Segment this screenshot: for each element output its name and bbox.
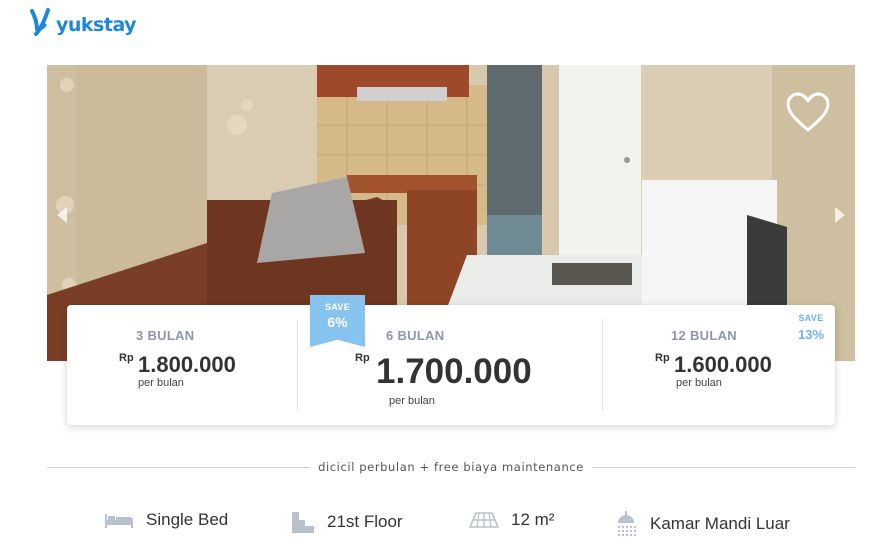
divider-text: dicicil perbulan + free biaya maintenanc… — [318, 460, 584, 474]
favorite-heart-icon[interactable] — [785, 91, 831, 133]
plan-unit: per bulan — [676, 377, 722, 389]
plan-3-months[interactable]: 3 BULAN Rp 1.800.000 per bulan — [67, 305, 297, 425]
feature-label: 12 m² — [511, 510, 555, 529]
plan-unit: per bulan — [138, 377, 184, 389]
brand-name: yukstay — [56, 14, 137, 36]
plan-duration: 12 BULAN — [671, 328, 737, 343]
feature-label: 21st Floor — [327, 512, 403, 531]
currency-label: Rp — [355, 352, 370, 364]
divider-line — [591, 466, 855, 468]
floor-area-icon — [469, 512, 499, 528]
divider-line — [47, 466, 311, 468]
save-badge-6-months: SAVE 6% — [310, 295, 365, 347]
plan-duration: 3 BULAN — [136, 328, 195, 343]
shower-icon — [617, 511, 637, 537]
feature-label: Kamar Mandi Luar — [650, 514, 790, 533]
room-features: Single Bed 21st Floor 12 m² Kamar Mandi … — [0, 510, 872, 540]
feature-floor: 21st Floor — [291, 510, 403, 534]
save-badge-12-months: SAVE 13% — [798, 313, 824, 342]
save-value: 13% — [798, 327, 825, 342]
plan-duration: 6 BULAN — [386, 328, 445, 343]
save-label: SAVE — [324, 302, 351, 312]
section-divider: dicicil perbulan + free biaya maintenanc… — [47, 459, 855, 475]
chevron-right-icon[interactable] — [833, 205, 847, 225]
feature-bathroom: Kamar Mandi Luar — [614, 510, 790, 538]
chevron-left-icon[interactable] — [55, 205, 69, 225]
save-label: SAVE — [798, 313, 824, 323]
save-value: 6% — [327, 314, 348, 330]
yukstay-logo-icon — [30, 8, 50, 36]
currency-label: Rp — [655, 352, 670, 364]
plan-price: 1.700.000 — [376, 352, 532, 391]
plan-unit: per bulan — [389, 395, 435, 407]
price-card: 3 BULAN Rp 1.800.000 per bulan 6 BULAN R… — [67, 295, 835, 425]
currency-label: Rp — [119, 352, 134, 364]
feature-label: Single Bed — [146, 510, 229, 529]
feature-area: 12 m² — [469, 510, 554, 530]
brand-logo[interactable]: yukstay — [28, 7, 137, 37]
building-floor-icon — [292, 512, 314, 533]
bed-icon — [105, 514, 133, 528]
plan-price: 1.800.000 — [138, 352, 236, 377]
plan-price: 1.600.000 — [674, 352, 772, 377]
feature-bed: Single Bed — [104, 510, 228, 530]
